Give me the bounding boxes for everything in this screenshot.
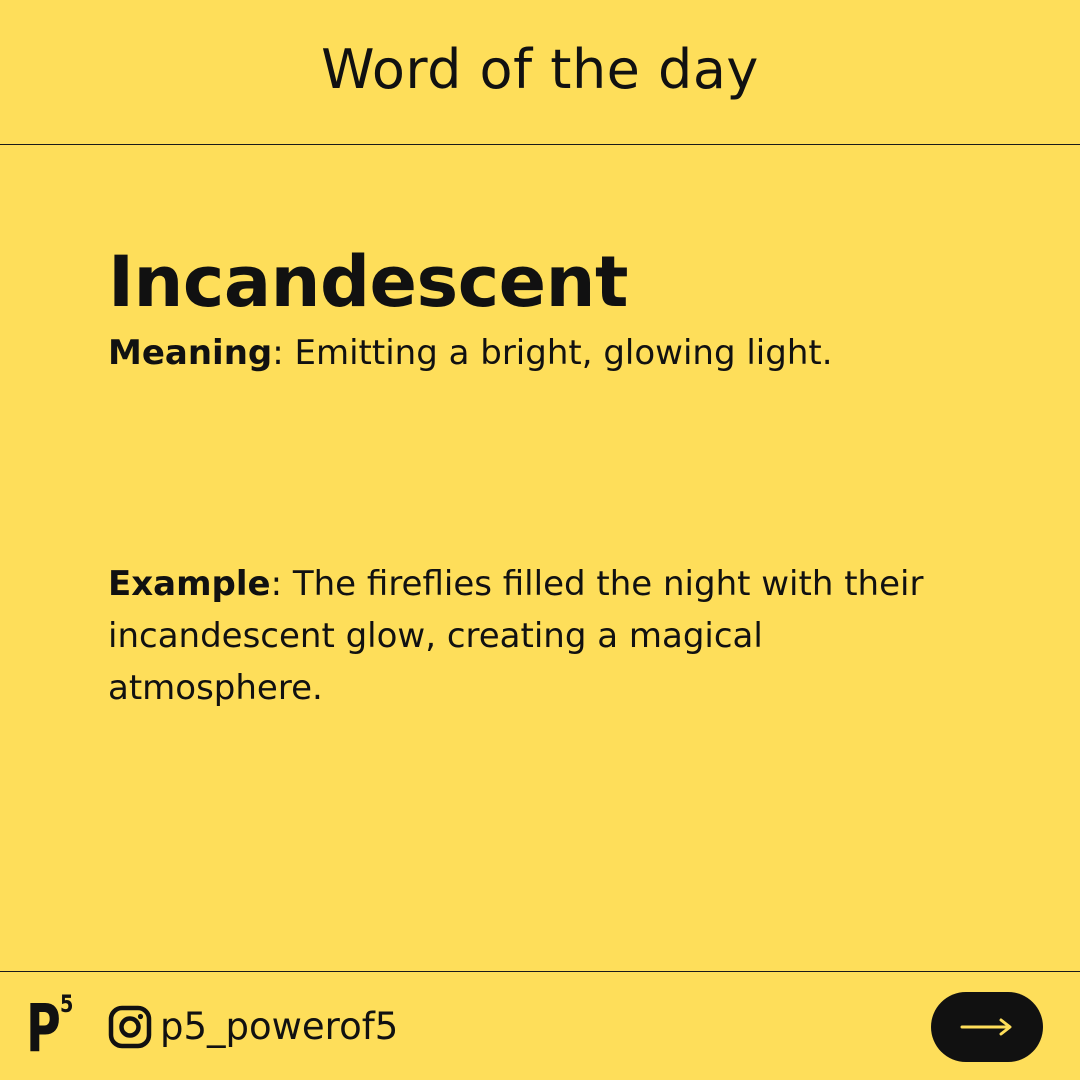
- example-label: Example: [108, 564, 271, 604]
- arrow-right-icon: [960, 1018, 1012, 1036]
- meaning-definition: Meaning: Emitting a bright, glowing ligh…: [108, 330, 988, 376]
- meaning-label: Meaning: [108, 333, 273, 373]
- example-sentence: Example: The fireflies filled the night …: [108, 558, 968, 714]
- word-of-the-day-card: Word of the day Incandescent Meaning: Em…: [0, 0, 1080, 1080]
- brand-logo: P 5: [26, 992, 82, 1064]
- footer-divider: [0, 971, 1080, 972]
- social-handle-link[interactable]: p5_powerof5: [108, 1004, 398, 1050]
- logo-superscript: 5: [60, 990, 74, 1018]
- header-divider: [0, 144, 1080, 145]
- next-button[interactable]: [931, 992, 1043, 1062]
- featured-word: Incandescent: [108, 241, 628, 323]
- instagram-icon: [108, 1005, 152, 1049]
- page-title: Word of the day: [321, 38, 759, 101]
- meaning-text: : Emitting a bright, glowing light.: [272, 333, 833, 373]
- logo-letter: P: [26, 990, 61, 1067]
- social-handle: p5_powerof5: [160, 1005, 399, 1048]
